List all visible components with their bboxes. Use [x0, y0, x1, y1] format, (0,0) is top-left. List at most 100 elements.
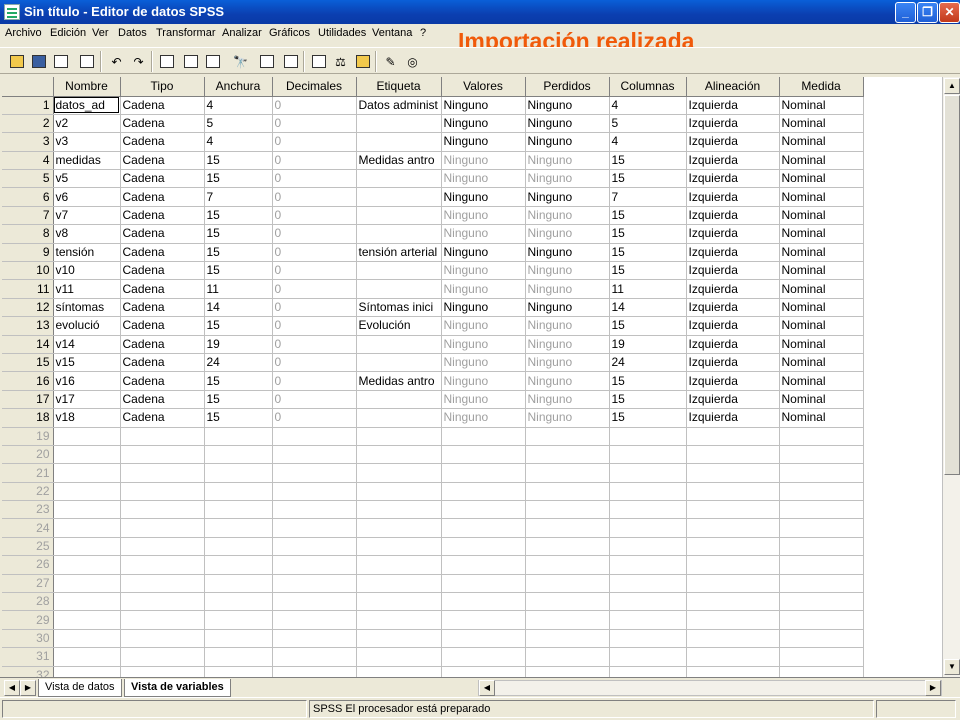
empty-cell[interactable]: [120, 500, 205, 520]
cell-nombre[interactable]: v6: [53, 187, 121, 207]
empty-cell[interactable]: [609, 666, 687, 677]
empty-cell[interactable]: [53, 445, 121, 465]
cell-perdidos[interactable]: Ninguno: [525, 261, 610, 281]
empty-cell[interactable]: [120, 537, 205, 557]
empty-cell[interactable]: [120, 445, 205, 465]
cell-decimales[interactable]: 0: [272, 298, 357, 318]
empty-cell[interactable]: [686, 537, 780, 557]
empty-cell[interactable]: [204, 666, 273, 677]
row-number[interactable]: 16: [2, 371, 54, 391]
empty-cell[interactable]: [525, 482, 610, 502]
cell-tipo[interactable]: Cadena: [120, 243, 205, 263]
empty-cell[interactable]: [272, 610, 357, 630]
cell-anchura[interactable]: 11: [204, 279, 273, 299]
empty-cell[interactable]: [525, 518, 610, 538]
row-number[interactable]: 6: [2, 187, 54, 207]
col-header-decimales[interactable]: Decimales: [272, 77, 357, 97]
cell-valores[interactable]: Ninguno: [441, 169, 526, 189]
cell-nombre[interactable]: v3: [53, 132, 121, 152]
cell-perdidos[interactable]: Ninguno: [525, 353, 610, 373]
empty-cell[interactable]: [779, 427, 864, 446]
empty-cell[interactable]: [441, 610, 526, 630]
cell-anchura[interactable]: 7: [204, 187, 273, 207]
cell-etiqueta[interactable]: [356, 279, 442, 299]
cell-decimales[interactable]: 0: [272, 371, 357, 391]
cell-alineacion[interactable]: Izquierda: [686, 316, 780, 336]
empty-cell[interactable]: [441, 592, 526, 612]
cell-tipo[interactable]: Cadena: [120, 261, 205, 281]
empty-cell[interactable]: [525, 592, 610, 612]
empty-cell[interactable]: [525, 574, 610, 594]
save-icon[interactable]: [28, 51, 49, 72]
scroll-up-arrow-icon[interactable]: ▲: [944, 78, 960, 94]
menu-analizar[interactable]: Analizar: [222, 27, 262, 39]
cell-tipo[interactable]: Cadena: [120, 298, 205, 318]
print-icon[interactable]: [50, 51, 71, 72]
empty-cell[interactable]: [525, 537, 610, 557]
col-header-nombre[interactable]: Nombre: [53, 77, 121, 97]
empty-cell[interactable]: [441, 445, 526, 465]
empty-cell[interactable]: [53, 574, 121, 594]
cell-valores[interactable]: Ninguno: [441, 243, 526, 263]
row-number[interactable]: 3: [2, 132, 54, 152]
menu-graficos[interactable]: Gráficos: [269, 27, 310, 39]
cell-columnas[interactable]: 15: [609, 243, 687, 263]
empty-cell[interactable]: [120, 666, 205, 677]
select-cases-icon[interactable]: [352, 51, 373, 72]
empty-cell[interactable]: [441, 482, 526, 502]
cell-perdidos[interactable]: Ninguno: [525, 243, 610, 263]
cell-anchura[interactable]: 15: [204, 169, 273, 189]
dialog-recall-icon[interactable]: [76, 51, 97, 72]
split-file-icon[interactable]: [308, 51, 329, 72]
empty-cell[interactable]: [609, 537, 687, 557]
cell-decimales[interactable]: 0: [272, 169, 357, 189]
maximize-button[interactable]: ❐: [917, 2, 938, 23]
cell-anchura[interactable]: 15: [204, 408, 273, 428]
cell-etiqueta[interactable]: [356, 353, 442, 373]
empty-cell[interactable]: [779, 592, 864, 612]
open-file-icon[interactable]: [6, 51, 27, 72]
cell-perdidos[interactable]: Ninguno: [525, 298, 610, 318]
cell-nombre[interactable]: v17: [53, 390, 121, 410]
empty-cell[interactable]: [779, 610, 864, 630]
row-number[interactable]: 9: [2, 243, 54, 263]
weight-cases-icon[interactable]: ⚖: [330, 51, 351, 72]
empty-cell[interactable]: [779, 574, 864, 594]
cell-valores[interactable]: Ninguno: [441, 298, 526, 318]
empty-cell[interactable]: [525, 427, 610, 446]
empty-cell[interactable]: [525, 463, 610, 483]
empty-cell[interactable]: [441, 574, 526, 594]
empty-cell[interactable]: [686, 518, 780, 538]
cell-etiqueta[interactable]: [356, 261, 442, 281]
cell-valores[interactable]: Ninguno: [441, 390, 526, 410]
empty-cell[interactable]: [609, 482, 687, 502]
menu-datos[interactable]: Datos: [118, 27, 147, 39]
cell-decimales[interactable]: 0: [272, 261, 357, 281]
cell-tipo[interactable]: Cadena: [120, 353, 205, 373]
empty-cell[interactable]: [272, 482, 357, 502]
cell-columnas[interactable]: 15: [609, 169, 687, 189]
cell-decimales[interactable]: 0: [272, 132, 357, 152]
row-number[interactable]: 29: [2, 610, 54, 630]
row-number[interactable]: 2: [2, 114, 54, 134]
cell-medida[interactable]: Nominal: [779, 96, 864, 115]
empty-cell[interactable]: [272, 629, 357, 649]
cell-tipo[interactable]: Cadena: [120, 371, 205, 391]
cell-perdidos[interactable]: Ninguno: [525, 390, 610, 410]
scroll-down-arrow-icon[interactable]: ▼: [944, 659, 960, 675]
row-number[interactable]: 32: [2, 666, 54, 677]
cell-decimales[interactable]: 0: [272, 114, 357, 134]
cell-anchura[interactable]: 15: [204, 224, 273, 244]
find-icon[interactable]: 🔭: [230, 51, 251, 72]
cell-anchura[interactable]: 15: [204, 206, 273, 226]
empty-cell[interactable]: [686, 427, 780, 446]
cell-medida[interactable]: Nominal: [779, 261, 864, 281]
empty-cell[interactable]: [779, 500, 864, 520]
cell-etiqueta[interactable]: Datos administ: [356, 96, 442, 115]
cell-perdidos[interactable]: Ninguno: [525, 408, 610, 428]
empty-cell[interactable]: [686, 647, 780, 667]
cell-decimales[interactable]: 0: [272, 96, 357, 115]
empty-cell[interactable]: [609, 427, 687, 446]
cell-columnas[interactable]: 15: [609, 408, 687, 428]
empty-cell[interactable]: [204, 482, 273, 502]
